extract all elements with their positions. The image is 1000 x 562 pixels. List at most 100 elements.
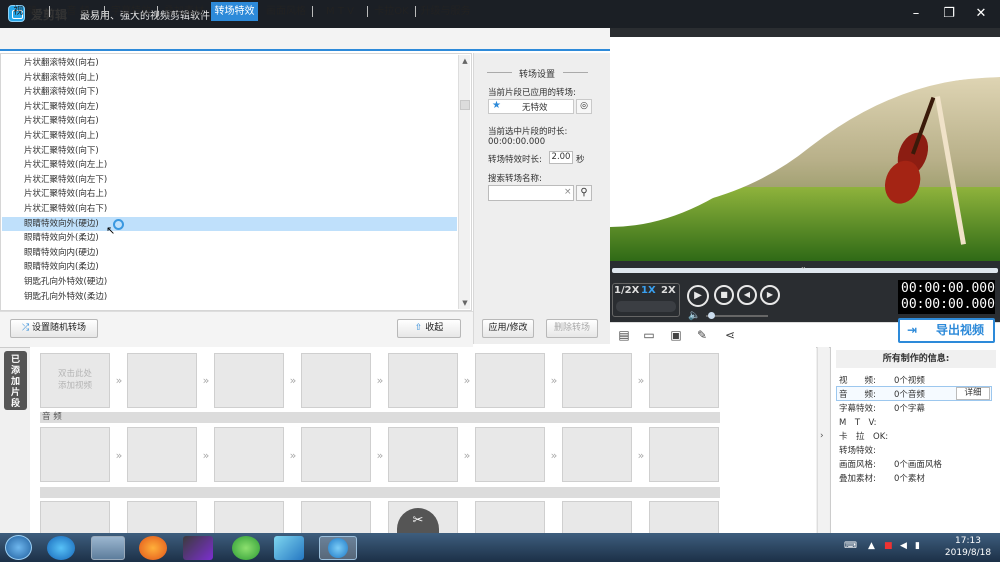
minimize-icon[interactable]: – bbox=[905, 4, 927, 24]
video-clip-slot[interactable] bbox=[301, 353, 371, 408]
list-item[interactable]: 眼睛特效向内(硬边) bbox=[24, 246, 99, 261]
save-icon[interactable]: ▣ bbox=[669, 328, 683, 342]
playback-timeline[interactable]: ⌄ bbox=[610, 262, 1000, 278]
export-video-button[interactable]: ⇥ 导出视频 bbox=[898, 318, 995, 343]
list-item[interactable]: 片状汇聚特效(向左) bbox=[24, 100, 99, 115]
tab-picture-style[interactable]: 画面风格 bbox=[262, 2, 310, 21]
random-transition-button[interactable]: ⤮ 设置随机转场 bbox=[10, 319, 98, 338]
tab-subtitle-effects[interactable]: 字幕特效 bbox=[107, 2, 155, 21]
search-icon[interactable]: ⚲ bbox=[576, 185, 592, 201]
scroll-up-icon[interactable]: ▲ bbox=[459, 55, 471, 67]
network-status-icon[interactable]: ■ bbox=[884, 541, 893, 551]
tab-transitions[interactable]: 转场特效 bbox=[211, 2, 258, 21]
collapse-button[interactable]: ⇧ 收起 bbox=[397, 319, 461, 338]
clip-slot[interactable] bbox=[562, 501, 632, 533]
volume-handle[interactable] bbox=[708, 312, 715, 319]
video-clip-slot[interactable] bbox=[214, 353, 284, 408]
tab-upgrade[interactable]: 升级与服务 bbox=[418, 2, 473, 21]
list-item-selected[interactable]: 眼睛特效向外(硬边) bbox=[24, 217, 99, 232]
list-item[interactable]: 片状翻滚特效(向下) bbox=[24, 85, 99, 100]
list-item[interactable]: 片状汇聚特效(向右上) bbox=[24, 187, 107, 202]
video-clip-slot[interactable] bbox=[388, 353, 458, 408]
start-button[interactable] bbox=[5, 535, 32, 560]
clip-slot[interactable] bbox=[127, 427, 197, 482]
next-frame-icon[interactable]: ▶ bbox=[760, 285, 780, 305]
browser-icon[interactable] bbox=[232, 536, 260, 560]
clear-search-icon[interactable]: × bbox=[564, 187, 572, 197]
clip-slot[interactable] bbox=[127, 501, 197, 533]
tray-arrow-icon[interactable]: ▲ bbox=[868, 541, 875, 551]
tab-overlay[interactable]: 叠加素材 bbox=[160, 2, 208, 21]
tab-audio[interactable]: 音 频 bbox=[55, 2, 101, 21]
play-icon[interactable]: ▶ bbox=[687, 285, 709, 307]
video-clip-slot[interactable] bbox=[649, 353, 719, 408]
file-explorer-icon[interactable] bbox=[91, 536, 125, 560]
list-item[interactable]: 钥匙孔向外特效(硬边) bbox=[24, 275, 107, 290]
volume-slider[interactable] bbox=[706, 315, 768, 317]
chevron-right-icon[interactable]: › bbox=[820, 431, 824, 441]
stop-icon[interactable]: ■ bbox=[714, 285, 734, 305]
list-item[interactable]: 片状汇聚特效(向右) bbox=[24, 114, 99, 129]
tab-mtv[interactable]: M T V bbox=[315, 2, 365, 21]
list-scrollbar[interactable]: ▲ ▼ bbox=[458, 55, 470, 309]
video-clip-slot[interactable] bbox=[475, 353, 545, 408]
list-item[interactable]: 眼睛特效向内(柔边) bbox=[24, 260, 99, 275]
firefox-icon[interactable] bbox=[139, 536, 167, 560]
clip-slot[interactable] bbox=[649, 501, 719, 533]
list-item[interactable]: 片状翻滚特效(向右) bbox=[24, 56, 99, 71]
list-item[interactable]: 片状汇聚特效(向下) bbox=[24, 144, 99, 159]
tab-karaoke[interactable]: 卡拉OK bbox=[370, 2, 413, 21]
chevron-down-icon[interactable]: ⌄ bbox=[800, 262, 807, 271]
speed-1x[interactable]: 1X bbox=[641, 285, 656, 296]
search-transition-input[interactable]: × bbox=[488, 185, 574, 201]
clip-slot[interactable] bbox=[388, 427, 458, 482]
prev-frame-icon[interactable]: ◀ bbox=[737, 285, 757, 305]
volume-icon[interactable]: ◀ bbox=[900, 541, 907, 551]
effect-duration-input[interactable]: 2.00 bbox=[549, 151, 573, 164]
keyboard-icon[interactable]: ⌨ bbox=[844, 541, 857, 551]
signal-icon[interactable]: ▮ bbox=[915, 541, 920, 551]
video-clip-slot[interactable] bbox=[127, 353, 197, 408]
close-icon[interactable]: ✕ bbox=[970, 4, 992, 24]
delete-transition-button[interactable]: 删除转场 bbox=[546, 319, 598, 338]
clip-slot[interactable] bbox=[40, 501, 110, 533]
clip-slot[interactable] bbox=[214, 427, 284, 482]
ijianji-taskbar-icon[interactable] bbox=[319, 536, 357, 560]
details-button[interactable]: 详细 bbox=[956, 387, 990, 400]
taskbar-app-icon[interactable] bbox=[47, 536, 75, 560]
clip-slot[interactable] bbox=[301, 501, 371, 533]
list-item[interactable]: 眼睛特效向外(柔边) bbox=[24, 231, 99, 246]
edit-icon[interactable]: ✎ bbox=[695, 328, 709, 342]
restore-icon[interactable]: ❐ bbox=[938, 4, 960, 24]
speed-slider[interactable] bbox=[616, 301, 676, 312]
info-panel-toggle[interactable]: › bbox=[817, 347, 829, 533]
clip-slot[interactable] bbox=[301, 427, 371, 482]
clip-slot[interactable] bbox=[475, 427, 545, 482]
preview-transition-icon[interactable]: ◎ bbox=[576, 99, 592, 114]
clip-slot[interactable] bbox=[649, 427, 719, 482]
app-icon[interactable] bbox=[274, 536, 304, 560]
clip-slot[interactable] bbox=[40, 427, 110, 482]
open-folder-icon[interactable]: ▭ bbox=[642, 328, 656, 342]
scroll-thumb[interactable] bbox=[460, 100, 470, 110]
add-video-clip-slot[interactable]: 双击此处 添加视频 bbox=[40, 353, 110, 408]
clip-slot[interactable] bbox=[214, 501, 284, 533]
clip-slot[interactable] bbox=[475, 501, 545, 533]
media-player-icon[interactable] bbox=[183, 536, 213, 560]
tab-video[interactable]: 视 频 bbox=[4, 2, 46, 21]
new-project-icon[interactable]: ▤ bbox=[617, 328, 631, 342]
scroll-down-icon[interactable]: ▼ bbox=[459, 297, 471, 309]
speed-2x[interactable]: 2X bbox=[661, 285, 676, 296]
apply-button[interactable]: 应用/修改 bbox=[482, 319, 534, 338]
list-item[interactable]: 片状汇聚特效(向左上) bbox=[24, 158, 107, 173]
system-clock[interactable]: 17:13 2019/8/18 bbox=[940, 535, 996, 559]
share-icon[interactable]: ⋖ bbox=[723, 328, 737, 342]
added-clips-tab[interactable]: 已添加片段 bbox=[4, 351, 27, 410]
speed-half[interactable]: 1/2X bbox=[614, 285, 639, 296]
list-item[interactable]: 片状汇聚特效(向左下) bbox=[24, 173, 107, 188]
clip-slot[interactable] bbox=[562, 427, 632, 482]
list-item[interactable]: 片状翻滚特效(向上) bbox=[24, 71, 99, 86]
mute-icon[interactable]: 🔈 bbox=[688, 310, 700, 321]
list-item[interactable]: 钥匙孔向外特效(柔边) bbox=[24, 290, 107, 305]
list-item[interactable]: 片状汇聚特效(向上) bbox=[24, 129, 99, 144]
